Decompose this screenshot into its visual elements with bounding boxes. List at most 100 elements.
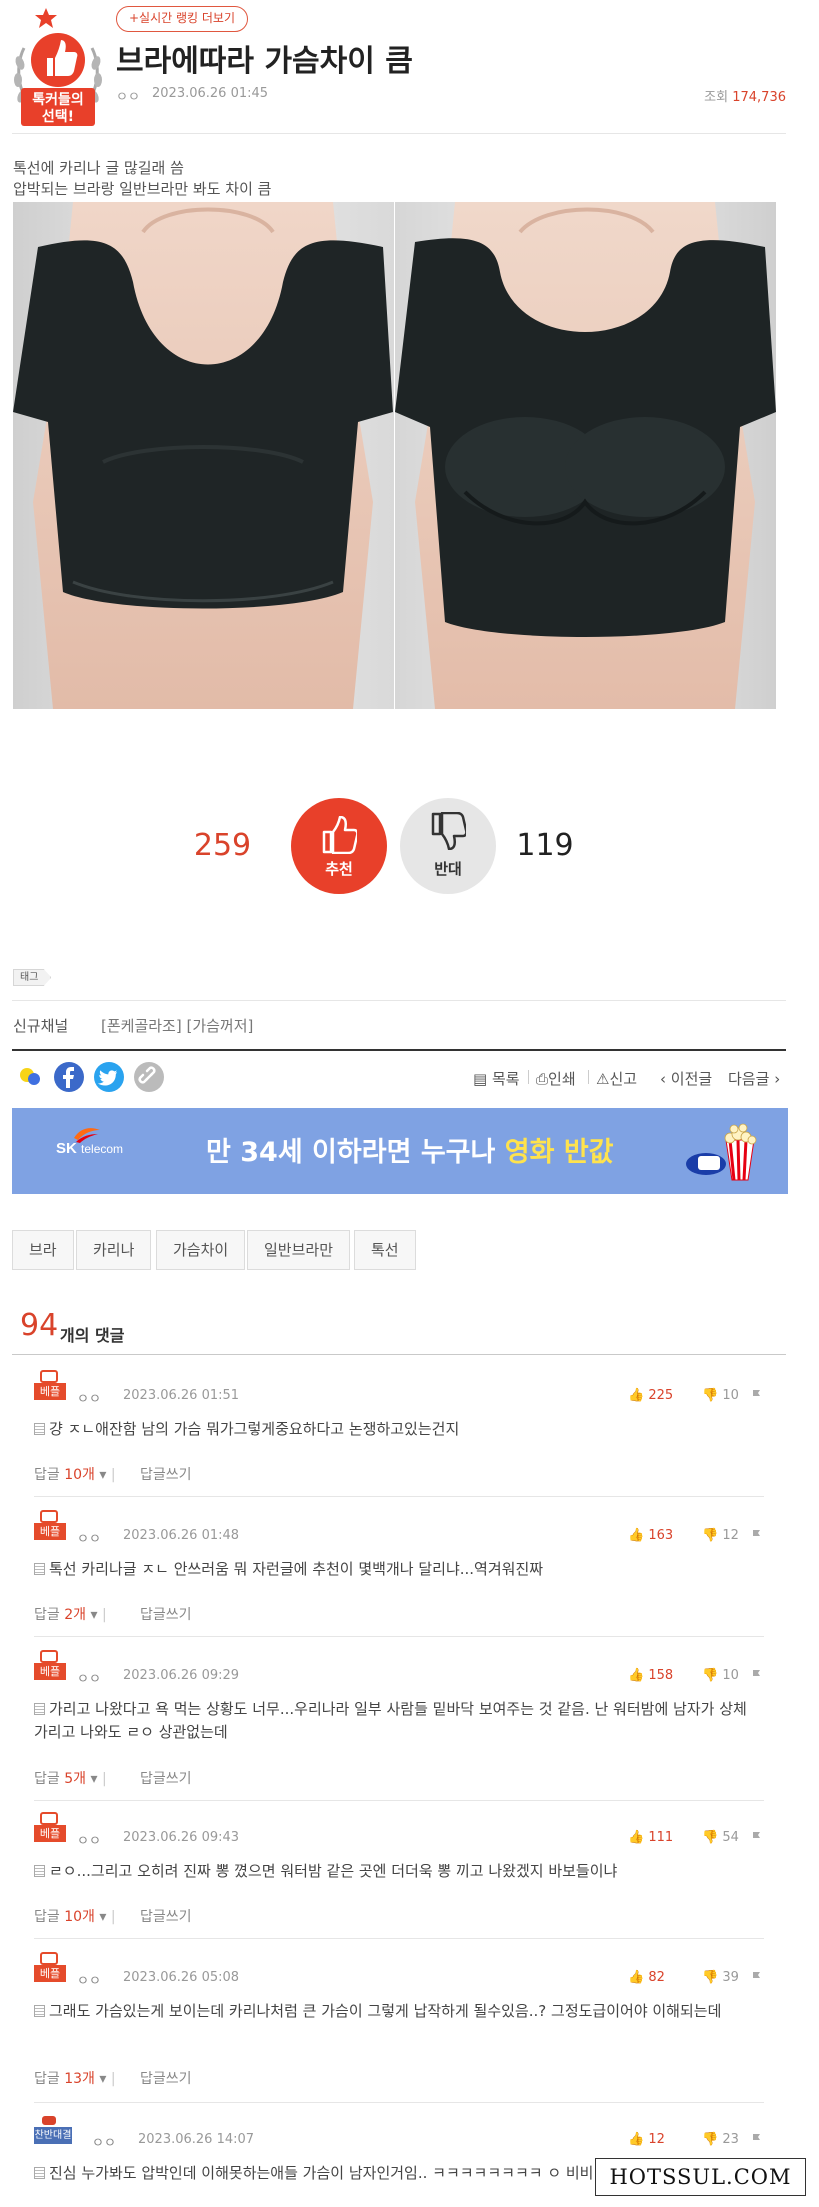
oppose-count: 119 — [516, 828, 574, 863]
chevron-down-icon: ▾ — [99, 1467, 107, 1483]
list-label: 목록 — [491, 1070, 520, 1088]
thumbs-up-icon: 👍 — [628, 1388, 645, 1403]
ad-brand: SK telecom — [56, 1140, 124, 1157]
reply-toggle[interactable]: 답글 13개 ▾ | — [34, 2068, 116, 2088]
comment-divider — [34, 1938, 764, 1939]
comment-divider — [34, 1496, 764, 1497]
write-reply-button[interactable]: 답글쓰기 — [140, 1604, 192, 1624]
comment-count: 94 — [20, 1308, 59, 1343]
comment-date: 2023.06.26 09:29 — [123, 1668, 240, 1683]
tag-label: 태그 — [13, 969, 52, 986]
next-post-link[interactable]: 다음글 › — [728, 1068, 780, 1089]
twitter-share-icon[interactable] — [94, 1062, 124, 1092]
comment-dislike-button[interactable]: 👎 12 — [702, 1528, 739, 1543]
comment-like-button[interactable]: 👍 225 — [628, 1388, 673, 1403]
live-ranking-link[interactable]: +실시간 랭킹 더보기 — [116, 6, 249, 32]
post-title: 브라에따라 가슴차이 큼 — [116, 44, 413, 79]
comment-divider — [34, 1800, 764, 1801]
thumbs-up-icon: 👍 — [628, 1970, 645, 1985]
reply-toggle[interactable]: 답글 10개 ▾ | — [34, 1906, 116, 1926]
comment-dislike-button[interactable]: 👎 10 — [702, 1388, 739, 1403]
comment-divider — [34, 1636, 764, 1637]
keyword-tag[interactable]: 가슴차이 — [156, 1230, 246, 1270]
comment-text: 가리고 나왔다고 욕 먹는 상황도 너무...우리나라 일부 사람들 밑바닥 보… — [34, 1700, 747, 1741]
channel-label: 신규채널 — [13, 1017, 69, 1035]
thumbs-down-icon: 👎 — [702, 1830, 719, 1845]
comment-dislike-button[interactable]: 👎 10 — [702, 1668, 739, 1683]
recommend-button[interactable]: 추천 — [291, 798, 387, 894]
site-watermark: HOTSSUL.COM — [595, 2158, 806, 2196]
recommend-label: 추천 — [325, 860, 353, 878]
nav-separator — [588, 1070, 589, 1084]
keyword-tag[interactable]: 일반브라만 — [247, 1230, 351, 1270]
best-comment-badge: 베플 — [34, 1812, 66, 1846]
comment-item: 베플 ㅇㅇ 2023.06.26 01:51 👍 225 👎 10 걍 ㅈㄴ애잔… — [12, 1370, 766, 1497]
write-reply-button[interactable]: 답글쓰기 — [140, 1768, 192, 1788]
keyword-tag[interactable]: 카리나 — [76, 1230, 152, 1270]
thumbs-down-icon — [431, 812, 466, 850]
write-reply-button[interactable]: 답글쓰기 — [140, 1464, 192, 1484]
chevron-down-icon: ▾ — [90, 1607, 98, 1623]
post-date: 2023.06.26 01:45 — [152, 86, 269, 101]
chevron-down-icon: ▾ — [99, 2071, 107, 2087]
thumbs-up-icon — [322, 816, 357, 854]
channel-value[interactable]: [폰케골라조] [가슴꺼저] — [101, 1015, 253, 1036]
prev-post-link[interactable]: ‹ 이전글 — [660, 1068, 712, 1089]
comment-text: 톡선 카리나글 ㅈㄴ 안쓰러움 뭐 자런글에 추천이 몇백개나 달리냐...역겨… — [34, 1558, 764, 1581]
comment-author[interactable]: ㅇㅇ — [77, 1970, 101, 1989]
report-icon[interactable] — [750, 1969, 764, 1983]
comment-author[interactable]: ㅇㅇ — [92, 2132, 116, 2151]
best-comment-badge: 베플 — [34, 1510, 66, 1544]
comment-author[interactable]: ㅇㅇ — [77, 1388, 101, 1407]
keyword-tag[interactable]: 톡선 — [354, 1230, 416, 1270]
report-icon[interactable] — [750, 1527, 764, 1541]
comment-like-button[interactable]: 👍 82 — [628, 1970, 665, 1985]
channel-divider — [12, 1049, 786, 1051]
kakao-share-icon[interactable] — [16, 1062, 46, 1092]
comment-author[interactable]: ㅇㅇ — [77, 1830, 101, 1849]
post-author: ㅇㅇ — [116, 90, 140, 105]
chevron-down-icon: ▾ — [90, 1771, 98, 1787]
report-link[interactable]: ⚠신고 — [596, 1068, 637, 1089]
comment-dislike-button[interactable]: 👎 39 — [702, 1970, 739, 1985]
comment-like-button[interactable]: 👍 12 — [628, 2132, 665, 2147]
post-photo-left — [13, 202, 394, 709]
write-reply-button[interactable]: 답글쓰기 — [140, 1906, 192, 1926]
comment-author[interactable]: ㅇㅇ — [77, 1668, 101, 1687]
report-icon[interactable] — [750, 2131, 764, 2145]
body-line-1: 톡선에 카리나 글 많길래 씀 — [13, 159, 184, 177]
link-copy-icon[interactable] — [134, 1062, 164, 1092]
comment-like-button[interactable]: 👍 158 — [628, 1668, 673, 1683]
write-reply-button[interactable]: 답글쓰기 — [140, 2068, 192, 2088]
print-label: 인쇄 — [548, 1070, 576, 1088]
reply-toggle[interactable]: 답글 5개 ▾ | — [34, 1768, 107, 1788]
comment-like-button[interactable]: 👍 111 — [628, 1830, 673, 1845]
keyword-tag[interactable]: 브라 — [12, 1230, 74, 1270]
list-link[interactable]: ▤ 목록 — [473, 1068, 520, 1089]
comment-author[interactable]: ㅇㅇ — [77, 1528, 101, 1547]
facebook-share-icon[interactable] — [54, 1062, 84, 1092]
thumbs-down-icon: 👎 — [702, 1388, 719, 1403]
comment-text: 걍 ㅈㄴ애잔함 남의 가슴 뭐가그렇게중요하다고 논쟁하고있는건지 — [34, 1418, 764, 1441]
comment-dislike-button[interactable]: 👎 54 — [702, 1830, 739, 1845]
report-icon: ⚠ — [596, 1070, 610, 1088]
best-comment-badge: 베플 — [34, 1650, 66, 1684]
reply-toggle[interactable]: 답글 10개 ▾ | — [34, 1464, 116, 1484]
ad-banner[interactable]: SK telecom 만 34세 이하라면 누구나 영화 반값 — [12, 1108, 788, 1194]
comment-dislike-button[interactable]: 👎 23 — [702, 2132, 739, 2147]
reply-toggle[interactable]: 답글 2개 ▾ | — [34, 1604, 107, 1624]
comment-count-suffix: 개의 댓글 — [60, 1326, 125, 1345]
post-photo-right — [395, 202, 776, 709]
chevron-right-icon: › — [774, 1070, 781, 1088]
report-icon[interactable] — [750, 1667, 764, 1681]
print-link[interactable]: ⎙인쇄 — [536, 1068, 576, 1089]
comment-like-button[interactable]: 👍 163 — [628, 1528, 673, 1543]
oppose-button[interactable]: 반대 — [400, 798, 496, 894]
thumbs-down-icon: 👎 — [702, 1668, 719, 1683]
report-icon[interactable] — [750, 1387, 764, 1401]
popcorn-icon — [686, 1123, 757, 1181]
comment-item: 베플 ㅇㅇ 2023.06.26 09:29 👍 158 👎 10 가리고 나왔… — [12, 1650, 766, 1801]
comment-date: 2023.06.26 09:43 — [123, 1830, 240, 1845]
report-icon[interactable] — [750, 1829, 764, 1843]
talker-choice-badge: 톡커들의 선택! — [12, 8, 104, 126]
